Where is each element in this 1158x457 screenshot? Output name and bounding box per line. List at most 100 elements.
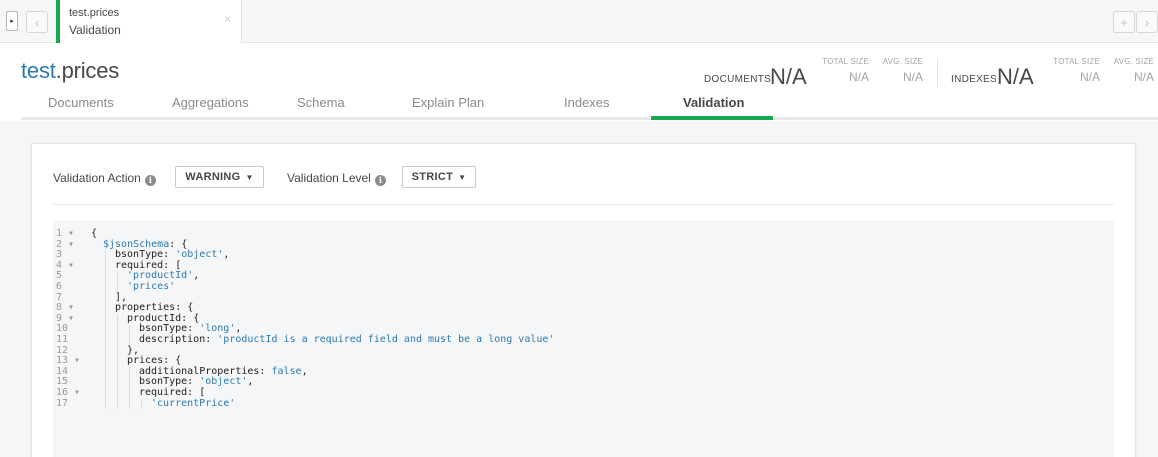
caret-down-icon: ▼ bbox=[245, 172, 254, 182]
validation-action-label: Validation Action i bbox=[53, 171, 156, 186]
code-token: , bbox=[301, 365, 308, 377]
validation-level-text: Validation Level bbox=[287, 171, 371, 185]
indent-guide bbox=[105, 282, 106, 293]
validation-rules-editor[interactable]: 1 ▾{2 ▾ $jsonSchema: {3 bsonType: 'object'… bbox=[53, 220, 1114, 457]
code-line[interactable]: 16 ▾ required: [ bbox=[53, 387, 205, 399]
tab-validation[interactable]: Validation bbox=[683, 95, 744, 110]
idx-avg-size-label: AVG. SIZE bbox=[1113, 57, 1154, 66]
caret-down-icon: ▼ bbox=[458, 172, 467, 182]
doc-avg-size-value: N/A bbox=[902, 70, 923, 84]
code-line[interactable]: 1 ▾ { bbox=[53, 228, 97, 240]
chevron-left-icon: ‹ bbox=[34, 14, 40, 30]
indent-guide bbox=[141, 398, 142, 410]
line-number: 1 ▾ bbox=[56, 228, 75, 239]
indent-guide bbox=[105, 345, 106, 357]
tab-aggregations[interactable]: Aggregations bbox=[172, 95, 249, 110]
indent-guide bbox=[129, 377, 130, 388]
line-number: 11 bbox=[56, 334, 69, 345]
plus-icon: + bbox=[1120, 14, 1128, 30]
line-number: 17 bbox=[56, 397, 69, 409]
code-text: 'currentPrice' bbox=[151, 397, 236, 410]
indent-guide bbox=[117, 356, 118, 367]
validation-action-dropdown[interactable]: WARNING ▼ bbox=[175, 166, 264, 188]
code-token: false bbox=[271, 365, 302, 377]
workspace-tab-active[interactable]: test.prices Validation × bbox=[56, 0, 242, 43]
subtabs-baseline bbox=[21, 117, 1158, 120]
code-token: }, bbox=[127, 344, 140, 356]
indent-guide bbox=[105, 388, 106, 399]
sidebar-toggle-icon[interactable]: ▸ bbox=[6, 11, 18, 31]
tab-indexes[interactable]: Indexes bbox=[564, 95, 610, 110]
indent-guide bbox=[105, 335, 106, 346]
documents-label: Documents bbox=[704, 74, 772, 85]
collection-name: .prices bbox=[55, 58, 120, 83]
workspace-tab-bar: ▸ ‹ test.prices Validation × + › bbox=[0, 0, 1158, 43]
indexes-count: N/A bbox=[997, 64, 1034, 89]
code-token: { bbox=[91, 228, 98, 239]
indent-guide bbox=[105, 324, 106, 335]
new-tab-button[interactable]: + bbox=[1113, 11, 1135, 33]
indent-guide bbox=[117, 377, 118, 388]
line-number: 16 ▾ bbox=[56, 387, 81, 398]
info-icon[interactable]: i bbox=[144, 175, 156, 186]
code-token: , bbox=[223, 249, 230, 261]
indent-guide bbox=[105, 292, 106, 304]
database-name-link[interactable]: test bbox=[21, 58, 56, 83]
indent-guide bbox=[105, 313, 106, 325]
indent-guide bbox=[105, 377, 106, 388]
validation-action-value: WARNING bbox=[185, 171, 241, 183]
tabs-prev-button[interactable]: ‹ bbox=[26, 11, 48, 33]
code-line[interactable]: 11 description: 'productId is a required … bbox=[53, 334, 554, 346]
code-token: required: [ bbox=[115, 259, 182, 271]
code-token: $jsonSchema bbox=[103, 238, 170, 250]
code-token: bsonType: bbox=[139, 323, 200, 335]
indent-guide bbox=[117, 398, 118, 410]
info-icon[interactable]: i bbox=[374, 175, 386, 186]
controls-divider bbox=[53, 204, 1114, 205]
code-token: , bbox=[193, 270, 200, 282]
indent-guide bbox=[105, 356, 106, 367]
validation-level-value: STRICT bbox=[411, 171, 454, 183]
indent-guide bbox=[105, 250, 106, 261]
indent-guide bbox=[129, 324, 130, 335]
tab-schema[interactable]: Schema bbox=[297, 95, 345, 110]
indent-guide bbox=[117, 345, 118, 357]
documents-count: N/A bbox=[770, 64, 807, 89]
chevron-right-icon: › bbox=[1144, 14, 1150, 30]
code-line[interactable]: 17 'currentPrice' bbox=[53, 397, 235, 410]
code-line[interactable]: 6 'prices' bbox=[53, 281, 175, 293]
code-token: 'object' bbox=[199, 376, 248, 388]
code-token: bsonType: bbox=[139, 376, 200, 388]
code-token: required: [ bbox=[139, 387, 206, 398]
indent-guide bbox=[105, 303, 106, 314]
validation-level-dropdown[interactable]: STRICT ▼ bbox=[402, 166, 476, 188]
indent-guide bbox=[117, 313, 118, 325]
idx-total-size-label: TOTAL SIZE bbox=[1053, 57, 1100, 66]
validation-action-text: Validation Action bbox=[53, 171, 141, 185]
code-token: 'prices' bbox=[127, 281, 176, 292]
indent-guide bbox=[105, 366, 106, 378]
code-token: prices: { bbox=[127, 355, 182, 367]
active-tab-indicator bbox=[651, 116, 773, 120]
indent-guide bbox=[129, 398, 130, 410]
indent-guide bbox=[117, 335, 118, 346]
tabs-next-button[interactable]: › bbox=[1136, 11, 1158, 33]
indent-guide bbox=[117, 388, 118, 399]
indent-guide bbox=[105, 271, 106, 282]
code-token: 'productId is a required field and must … bbox=[217, 334, 555, 345]
code-token: 'currentPrice' bbox=[151, 397, 236, 409]
code-text: { bbox=[91, 228, 98, 240]
indent-guide bbox=[105, 398, 106, 410]
validation-level-label: Validation Level i bbox=[287, 171, 386, 186]
code-token: 'object' bbox=[175, 249, 224, 261]
tab-explain-plan[interactable]: Explain Plan bbox=[412, 95, 484, 110]
indent-guide bbox=[117, 366, 118, 378]
close-tab-icon[interactable]: × bbox=[224, 12, 231, 26]
code-token: bsonType: bbox=[115, 249, 176, 261]
code-token: , bbox=[235, 323, 242, 335]
indent-guide bbox=[117, 324, 118, 335]
indexes-label: Indexes bbox=[951, 74, 998, 85]
tab-documents[interactable]: Documents bbox=[48, 95, 114, 110]
doc-avg-size-label: AVG. SIZE bbox=[882, 57, 923, 66]
tab-namespace: test.prices bbox=[69, 7, 120, 19]
